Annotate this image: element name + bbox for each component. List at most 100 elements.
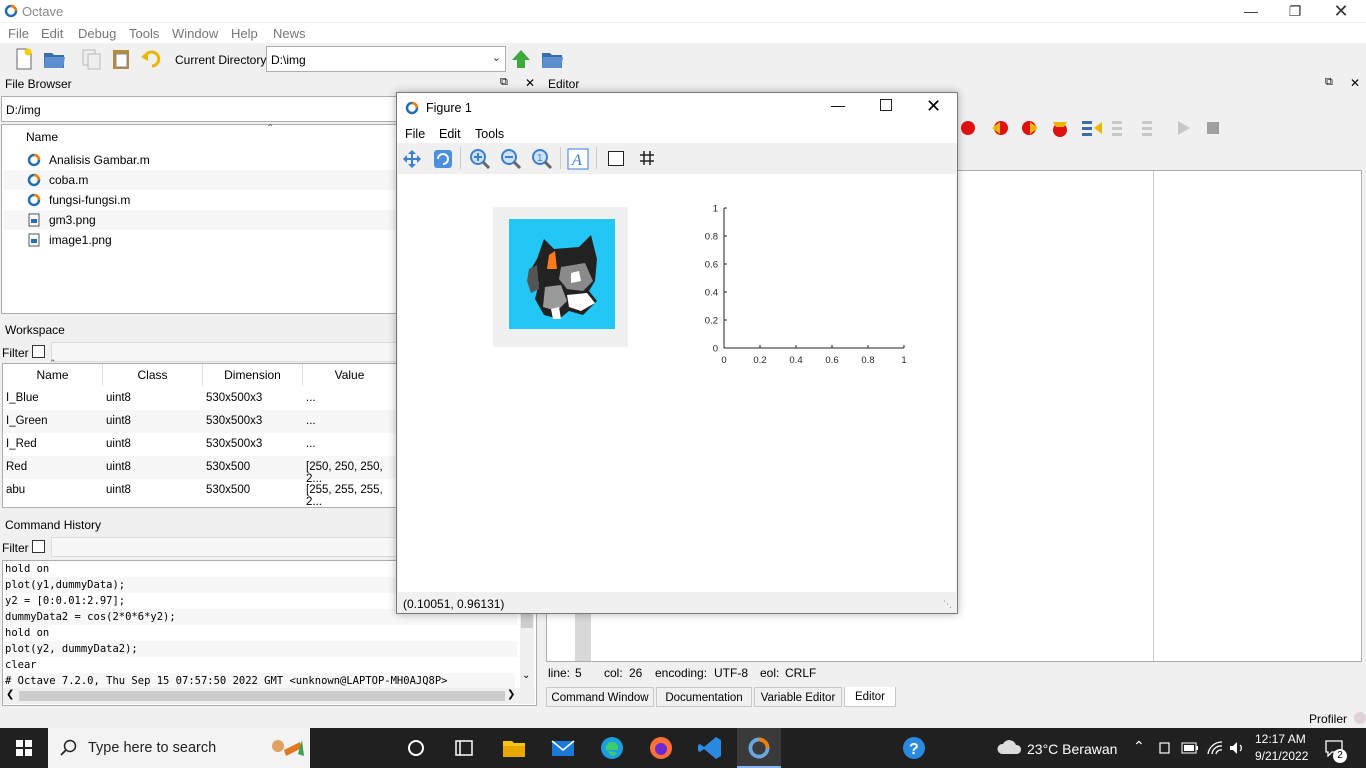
profiler-label[interactable]: Profiler — [1309, 712, 1347, 726]
octave-taskbar-button[interactable] — [737, 728, 781, 768]
menu-debug[interactable]: Debug — [78, 26, 116, 41]
file-row[interactable]: fungsi-fungsi.m — [3, 190, 397, 210]
volume-icon[interactable] — [1228, 740, 1246, 756]
workspace-filter-input[interactable] — [51, 342, 397, 362]
chevron-down-icon[interactable]: ⌄ — [522, 670, 530, 681]
file-row[interactable]: Analisis Gambar.m — [3, 150, 397, 170]
restore-button[interactable]: ❐ — [1272, 0, 1318, 22]
file-browser-path[interactable]: D:/img — [1, 96, 397, 122]
menu-edit[interactable]: Edit — [41, 26, 63, 41]
ws-col-value[interactable]: Value — [303, 364, 397, 386]
wifi-icon[interactable] — [1206, 740, 1224, 756]
menu-file[interactable]: File — [8, 26, 29, 41]
undo-icon[interactable] — [140, 47, 164, 71]
scroll-left-icon[interactable]: ❮ — [6, 689, 14, 700]
table-row[interactable]: Red uint8 530x500 [250, 250, 250, 2... — [3, 456, 397, 485]
task-view-icon[interactable] — [402, 734, 430, 762]
meet-now-icon[interactable] — [1158, 740, 1172, 756]
mail-icon[interactable] — [549, 734, 577, 762]
vscode-icon[interactable] — [696, 734, 724, 762]
clock-time[interactable]: 12:17 AM — [1255, 732, 1306, 746]
current-directory-input[interactable]: D:\img ⌄ — [266, 46, 506, 72]
menu-window[interactable]: Window — [172, 26, 218, 41]
workspace-filter-checkbox[interactable] — [32, 345, 45, 358]
tab-editor[interactable]: Editor — [844, 687, 896, 707]
close-panel-icon[interactable]: ✕ — [525, 76, 535, 90]
close-editor-icon[interactable]: ✕ — [1350, 76, 1360, 90]
weather-text[interactable]: 23°C Berawan — [1027, 741, 1117, 757]
edge-browser-icon[interactable] — [598, 734, 626, 762]
pan-icon[interactable] — [402, 149, 422, 169]
firefox-icon[interactable] — [647, 734, 675, 762]
figure-menu-edit[interactable]: Edit — [439, 127, 461, 141]
clear-breakpoints-icon[interactable] — [1050, 118, 1070, 138]
rotate-icon[interactable] — [433, 149, 453, 169]
figure-canvas[interactable]: 0 0.2 0.4 0.6 0.8 1 0 0.2 0.4 0.6 0.8 1 — [398, 174, 956, 592]
windows-start-icon[interactable] — [16, 740, 32, 756]
clock-date[interactable]: 9/21/2022 — [1255, 749, 1308, 763]
zoom-reset-icon[interactable]: 1 — [531, 148, 553, 170]
copy-icon[interactable] — [80, 47, 104, 71]
minimize-button[interactable]: — — [1228, 0, 1274, 22]
zoom-in-icon[interactable] — [469, 148, 491, 170]
table-row[interactable]: I_Green uint8 530x500x3 ... — [3, 410, 397, 433]
previous-breakpoint-icon[interactable] — [990, 119, 1010, 137]
history-line[interactable]: clear — [5, 657, 517, 673]
table-row[interactable]: I_Red uint8 530x500x3 ... — [3, 433, 397, 456]
table-row[interactable]: I_Blue uint8 530x500x3 ... — [3, 387, 397, 410]
zoom-out-icon[interactable] — [500, 148, 522, 170]
continue-icon[interactable] — [1176, 119, 1192, 137]
menu-news[interactable]: News — [273, 26, 306, 41]
file-row[interactable]: coba.m — [3, 170, 397, 190]
paste-icon[interactable] — [110, 47, 134, 71]
chevron-up-icon[interactable]: ⌃ — [1133, 738, 1145, 755]
file-explorer-icon[interactable] — [500, 734, 528, 762]
close-button[interactable]: ✕ — [1318, 0, 1364, 22]
history-line[interactable]: # Octave 7.2.0, Thu Sep 15 07:57:50 2022… — [5, 673, 515, 689]
parent-directory-icon[interactable] — [509, 47, 533, 71]
axes-box-icon[interactable] — [608, 151, 624, 166]
history-line[interactable]: plot(y2, dummyData2); — [5, 641, 517, 657]
history-vscrollbar[interactable]: ⌄ — [520, 612, 534, 688]
figure-menu-file[interactable]: File — [405, 127, 425, 141]
chevron-down-icon[interactable]: ⌄ — [492, 51, 501, 64]
weather-cloud-icon[interactable] — [996, 738, 1022, 756]
menu-tools[interactable]: Tools — [129, 26, 159, 41]
resize-grip-icon[interactable]: ⋱ — [943, 599, 952, 610]
figure-close-button[interactable]: ✕ — [926, 96, 941, 117]
figure-menu-tools[interactable]: Tools — [475, 127, 504, 141]
figure-maximize-button[interactable] — [880, 99, 892, 111]
tab-command-window[interactable]: Command Window — [546, 687, 654, 707]
breakpoint-icon[interactable] — [960, 120, 976, 136]
history-filter-checkbox[interactable] — [32, 540, 45, 553]
file-row[interactable]: image1.png — [3, 230, 397, 250]
step-in-icon[interactable] — [1110, 118, 1134, 138]
column-header-name[interactable]: Name — [26, 130, 58, 144]
step-icon[interactable] — [1080, 118, 1104, 138]
file-row[interactable]: gm3.png — [3, 210, 397, 230]
next-breakpoint-icon[interactable] — [1020, 119, 1040, 137]
tab-variable-editor[interactable]: Variable Editor — [754, 687, 842, 707]
step-out-icon[interactable] — [1140, 118, 1164, 138]
widgets-icon[interactable] — [450, 734, 478, 762]
browse-folder-icon[interactable] — [540, 47, 564, 71]
taskbar-search-box[interactable]: Type here to search — [48, 728, 310, 768]
ws-col-class[interactable]: Class — [103, 364, 203, 386]
open-folder-icon[interactable] — [42, 47, 66, 71]
scroll-right-icon[interactable]: ❯ — [507, 689, 515, 700]
figure-minimize-button[interactable]: — — [831, 97, 845, 113]
grid-icon[interactable] — [639, 150, 655, 166]
plot-axes[interactable]: 0 0.2 0.4 0.6 0.8 1 0 0.2 0.4 0.6 0.8 1 — [688, 198, 918, 368]
text-annotation-icon[interactable]: A — [567, 148, 589, 170]
help-icon[interactable]: ? — [900, 734, 928, 762]
new-file-icon[interactable] — [12, 47, 36, 71]
ws-col-dimension[interactable]: Dimension — [203, 364, 303, 386]
table-row[interactable]: abu uint8 530x500 [255, 255, 255, 2... — [3, 479, 397, 508]
menu-help[interactable]: Help — [231, 26, 258, 41]
history-hscrollbar[interactable]: ❮ ❯ — [3, 688, 535, 704]
history-filter-input[interactable] — [51, 537, 397, 557]
tab-documentation[interactable]: Documentation — [656, 687, 752, 707]
history-line[interactable]: hold on — [5, 625, 517, 641]
battery-icon[interactable] — [1181, 742, 1199, 754]
undock-editor-icon[interactable]: ⧉ — [1325, 76, 1333, 89]
